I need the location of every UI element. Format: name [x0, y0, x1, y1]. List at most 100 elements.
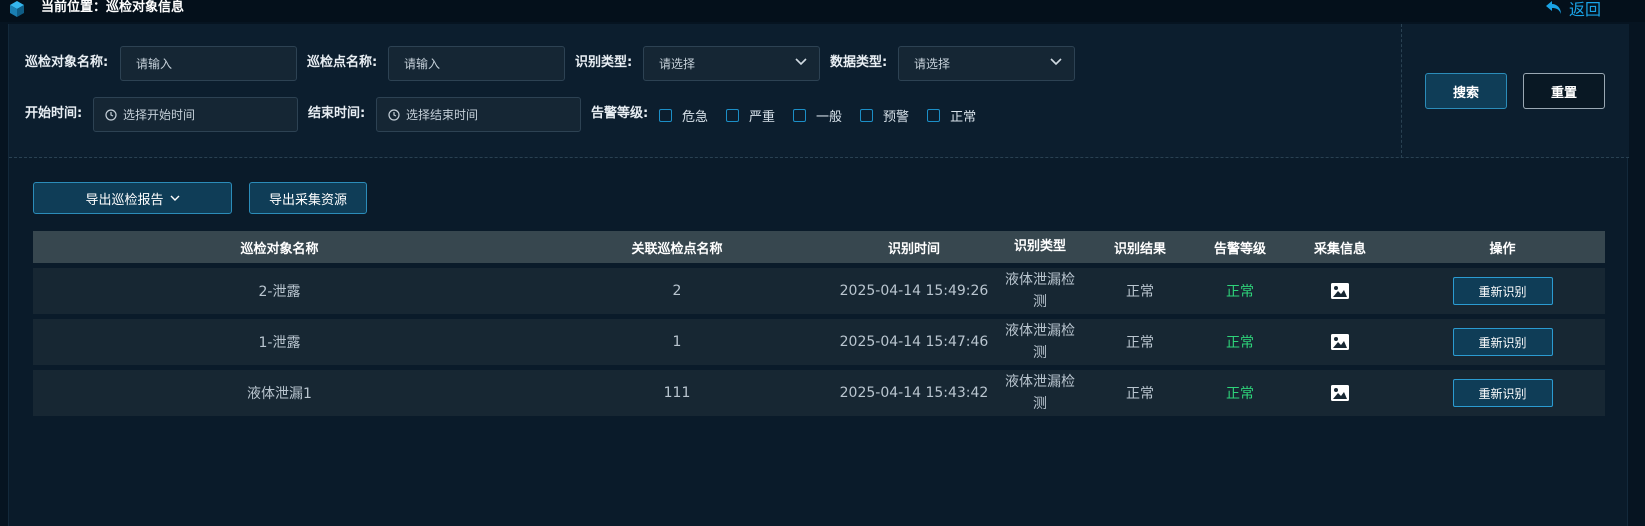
top-bar: 当前位置：巡检对象信息 返回 [0, 0, 1645, 22]
table-row: 1-泄露 1 2025-04-14 15:47:46 液体泄漏检测 正常 正常 … [33, 319, 1605, 365]
header-recog-result: 识别结果 [1113, 241, 1166, 257]
recog-type-line: 测 [1033, 294, 1047, 310]
header-object-name: 巡检对象名称 [240, 241, 319, 257]
end-time-label: 结束时间: [308, 106, 366, 121]
start-time-placeholder: 选择开始时间 [123, 108, 196, 122]
image-icon[interactable] [1330, 384, 1350, 402]
image-icon[interactable] [1330, 333, 1350, 351]
chevron-down-icon [170, 195, 179, 201]
cube-icon [10, 1, 24, 17]
alarm-level-option-label: 一般 [816, 110, 843, 125]
cell-point-name: 2 [672, 283, 682, 299]
cell-recog-time: 2025-04-14 15:47:46 [839, 334, 989, 350]
alarm-level-group: 危急 严重 一般 预警 正常 [659, 106, 994, 125]
clock-icon [388, 108, 400, 121]
checkbox[interactable] [793, 109, 807, 122]
cell-object-name: 液体泄漏1 [247, 386, 312, 402]
recog-type-line: 液体泄漏检 [1005, 323, 1075, 339]
header-point-name: 关联巡检点名称 [631, 241, 723, 257]
cell-collect-info [1280, 384, 1400, 402]
point-name-placeholder: 请输入 [404, 57, 441, 71]
header-alarm-level: 告警等级 [1213, 241, 1266, 257]
filter-divider [1401, 24, 1402, 158]
checkbox[interactable] [659, 109, 672, 122]
back-button[interactable]: 返回 [1545, 0, 1602, 19]
checkbox[interactable] [726, 109, 740, 122]
export-report-label: 导出巡检报告 [85, 192, 164, 208]
recog-type-line: 测 [1033, 345, 1047, 361]
recog-type-line: 液体泄漏检 [1005, 272, 1075, 288]
object-name-input[interactable]: 请输入 [120, 46, 297, 81]
header-collect-info: 采集信息 [1313, 241, 1366, 257]
cell-point-name: 111 [663, 385, 691, 401]
alarm-level-option[interactable]: 危急 [659, 106, 708, 125]
cell-recog-time: 2025-04-14 15:43:42 [839, 385, 989, 401]
chevron-down-icon [1050, 58, 1062, 66]
cell-recog-type: 液体泄漏检测 [1000, 269, 1080, 313]
filter-area: 巡检对象名称: 请输入 巡检点名称: 请输入 识别类型: 请选择 数据类型: 请… [9, 24, 1629, 158]
image-icon[interactable] [1330, 282, 1350, 300]
cell-recog-time: 2025-04-14 15:49:26 [839, 283, 989, 299]
object-name-label: 巡检对象名称: [25, 55, 109, 70]
alarm-level-option[interactable]: 预警 [860, 106, 909, 125]
cell-actions: 重新识别 [1400, 277, 1605, 305]
point-name-input[interactable]: 请输入 [388, 46, 565, 81]
data-type-select[interactable]: 请选择 [898, 46, 1075, 81]
header-recog-time: 识别时间 [887, 241, 940, 257]
re-recognize-button[interactable]: 重新识别 [1452, 328, 1553, 356]
recog-type-line: 液体泄漏检 [1005, 374, 1075, 390]
checkbox[interactable] [860, 109, 874, 122]
cell-alarm-level: 正常 [1226, 386, 1254, 402]
re-recognize-button[interactable]: 重新识别 [1452, 379, 1553, 407]
header-actions: 操作 [1489, 241, 1516, 257]
table-row: 2-泄露 2 2025-04-14 15:49:26 液体泄漏检测 正常 正常 … [33, 268, 1605, 314]
export-report-button[interactable]: 导出巡检报告 [33, 182, 232, 214]
chevron-down-icon [795, 58, 807, 66]
checkbox[interactable] [927, 109, 941, 122]
cell-alarm-level: 正常 [1226, 284, 1254, 300]
data-type-label: 数据类型: [830, 55, 888, 70]
table-header: 巡检对象名称 关联巡检点名称 识别时间 识别类型 识别结果 告警等级 采集信息 … [33, 231, 1605, 263]
recog-type-line: 测 [1033, 396, 1047, 412]
cell-recog-type: 液体泄漏检测 [1000, 320, 1080, 364]
recog-type-label: 识别类型: [575, 55, 633, 70]
alarm-level-label: 告警等级: [591, 106, 649, 121]
re-recognize-button[interactable]: 重新识别 [1452, 277, 1553, 305]
object-name-placeholder: 请输入 [136, 57, 173, 71]
end-time-input[interactable]: 选择结束时间 [376, 97, 581, 132]
alarm-level-option[interactable]: 严重 [726, 106, 775, 125]
cell-object-name: 2-泄露 [258, 284, 301, 300]
point-name-label: 巡检点名称: [307, 55, 378, 70]
alarm-level-option-label: 严重 [749, 110, 776, 125]
alarm-level-option[interactable]: 一般 [793, 106, 842, 125]
cell-recog-result: 正常 [1126, 335, 1154, 351]
start-time-label: 开始时间: [25, 106, 83, 121]
cell-collect-info [1280, 333, 1400, 351]
table-row: 液体泄漏1 111 2025-04-14 15:43:42 液体泄漏检测 正常 … [33, 370, 1605, 416]
alarm-level-option-label: 正常 [950, 110, 977, 125]
breadcrumb: 当前位置：巡检对象信息 [41, 0, 185, 15]
cell-collect-info [1280, 282, 1400, 300]
cell-actions: 重新识别 [1400, 379, 1605, 407]
alarm-level-option[interactable]: 正常 [927, 106, 976, 125]
results-table: 巡检对象名称 关联巡检点名称 识别时间 识别类型 识别结果 告警等级 采集信息 … [33, 231, 1605, 416]
recog-type-select[interactable]: 请选择 [643, 46, 820, 81]
cell-recog-type: 液体泄漏检测 [1000, 371, 1080, 415]
recog-type-value: 请选择 [659, 57, 696, 71]
return-arrow-icon [1546, 1, 1561, 14]
back-label: 返回 [1569, 0, 1602, 19]
cell-alarm-level: 正常 [1226, 335, 1254, 351]
alarm-level-option-label: 危急 [682, 110, 709, 125]
cell-recog-result: 正常 [1126, 386, 1154, 402]
cell-actions: 重新识别 [1400, 328, 1605, 356]
alarm-level-option-label: 预警 [883, 110, 910, 125]
cell-object-name: 1-泄露 [258, 335, 301, 351]
start-time-input[interactable]: 选择开始时间 [93, 97, 298, 132]
data-type-value: 请选择 [914, 57, 951, 71]
cell-point-name: 1 [672, 334, 682, 350]
reset-button[interactable]: 重置 [1523, 73, 1605, 109]
cell-recog-result: 正常 [1126, 284, 1154, 300]
header-recog-type: 识别类型 [1013, 239, 1066, 254]
search-button[interactable]: 搜索 [1425, 73, 1507, 109]
export-resource-button[interactable]: 导出采集资源 [249, 182, 367, 214]
